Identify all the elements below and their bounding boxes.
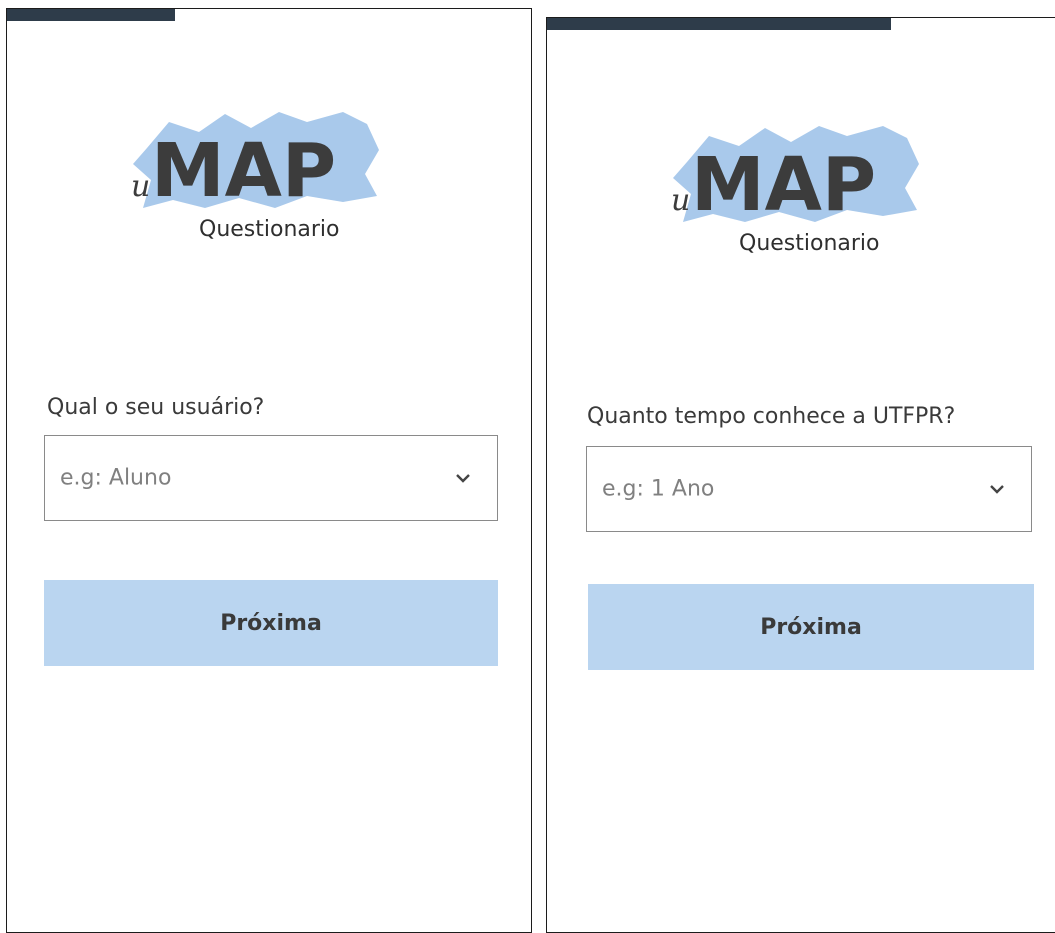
logo-image: u MAP Questionario: [671, 126, 919, 256]
question-label: Quanto tempo conhece a UTFPR?: [587, 404, 956, 429]
select-placeholder: e.g: Aluno: [60, 465, 172, 491]
umap-logo: u MAP Questionario: [129, 104, 389, 244]
questionnaire-screen-1: u MAP Questionario Qual o seu usuário? e…: [6, 8, 532, 933]
next-button[interactable]: Próxima: [588, 584, 1034, 670]
progress-bar: [547, 18, 1055, 30]
logo-subtitle: Questionario: [199, 217, 340, 242]
progress-fill: [547, 18, 891, 30]
logo-image: u MAP Questionario: [131, 112, 379, 242]
user-type-select[interactable]: e.g: Aluno: [44, 435, 498, 521]
questionnaire-screen-2: u MAP Questionario Quanto tempo conhece …: [546, 17, 1055, 933]
umap-logo: u MAP Questionario: [669, 118, 929, 258]
question-label: Qual o seu usuário?: [47, 395, 265, 420]
chevron-down-icon: [990, 485, 1004, 494]
select-placeholder: e.g: 1 Ano: [602, 476, 715, 502]
progress-fill: [7, 9, 175, 21]
progress-bar: [7, 9, 531, 21]
logo-prefix: u: [671, 183, 690, 218]
logo-subtitle: Questionario: [739, 231, 880, 256]
chevron-down-icon: [456, 474, 470, 483]
logo-prefix: u: [131, 169, 150, 204]
logo-word: MAP: [151, 128, 336, 214]
next-button[interactable]: Próxima: [44, 580, 498, 666]
logo-word: MAP: [691, 142, 876, 228]
time-known-select[interactable]: e.g: 1 Ano: [586, 446, 1032, 532]
